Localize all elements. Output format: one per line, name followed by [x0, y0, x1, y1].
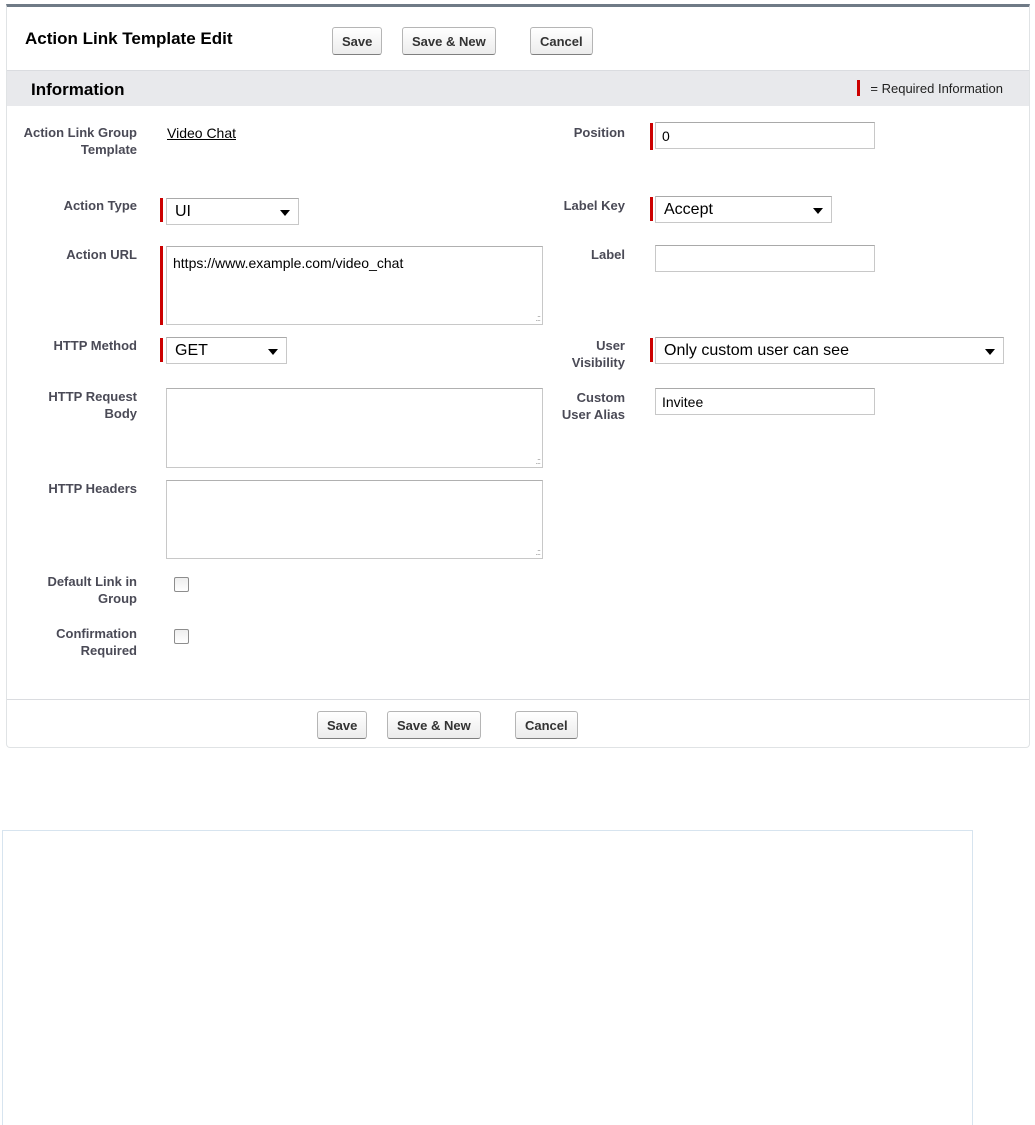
- chevron-down-icon: [985, 349, 995, 355]
- action-url-textarea[interactable]: https://www.example.com/video_chat .::: [166, 246, 543, 325]
- action-type-value: UI: [175, 203, 191, 220]
- required-indicator-icon: [857, 80, 861, 96]
- group-template-link[interactable]: Video Chat: [167, 125, 236, 141]
- required-legend: = Required Information: [857, 80, 1003, 96]
- user-visibility-value: Only custom user can see: [664, 342, 849, 359]
- custom-user-alias-label: Custom User Alias: [561, 390, 625, 422]
- required-marker: [160, 246, 163, 325]
- label-label: Label: [591, 247, 625, 262]
- footer-save-new-button[interactable]: Save & New: [387, 711, 481, 739]
- user-visibility-label: User Visibility: [571, 338, 625, 370]
- http-method-label: HTTP Method: [53, 338, 137, 353]
- label-input[interactable]: [655, 245, 875, 272]
- confirmation-required-label: Confirmation Required: [56, 626, 137, 658]
- empty-content-frame: [2, 830, 973, 1125]
- required-marker: [160, 198, 163, 222]
- page-title: Action Link Template Edit: [25, 29, 233, 48]
- http-method-value: GET: [175, 342, 208, 359]
- action-type-select[interactable]: UI: [166, 198, 299, 225]
- footer-cancel-button[interactable]: Cancel: [515, 711, 578, 739]
- http-method-select[interactable]: GET: [166, 337, 287, 364]
- position-label: Position: [573, 125, 625, 140]
- position-input[interactable]: [655, 122, 875, 149]
- http-headers-textarea[interactable]: .::: [166, 480, 543, 559]
- save-new-button[interactable]: Save & New: [402, 27, 496, 55]
- custom-user-alias-input[interactable]: [655, 388, 875, 415]
- action-url-value: https://www.example.com/video_chat: [173, 255, 404, 271]
- required-legend-text: = Required Information: [870, 81, 1003, 96]
- resize-grip-icon[interactable]: .::: [535, 457, 540, 466]
- chevron-down-icon: [813, 208, 823, 214]
- footer-bar: Save Save & New Cancel: [7, 699, 1029, 748]
- required-marker: [650, 338, 653, 362]
- save-button[interactable]: Save: [332, 27, 383, 55]
- action-url-label: Action URL: [66, 247, 137, 262]
- label-key-label: Label Key: [563, 198, 625, 213]
- http-request-body-label: HTTP Request Body: [48, 389, 137, 421]
- user-visibility-select[interactable]: Only custom user can see: [655, 337, 1004, 364]
- resize-grip-icon[interactable]: .::: [535, 314, 540, 323]
- label-key-value: Accept: [664, 201, 713, 218]
- chevron-down-icon: [268, 349, 278, 355]
- group-template-label: Action Link Group Template: [23, 125, 137, 157]
- required-marker: [650, 197, 653, 221]
- cancel-button[interactable]: Cancel: [530, 27, 593, 55]
- title-bar: Action Link Template Edit Save Save & Ne…: [7, 7, 1029, 70]
- section-title: Information: [31, 80, 125, 99]
- required-marker: [160, 338, 163, 362]
- chevron-down-icon: [280, 210, 290, 216]
- section-header: Information = Required Information: [7, 70, 1029, 106]
- action-type-label: Action Type: [63, 198, 137, 213]
- resize-grip-icon[interactable]: .::: [535, 548, 540, 557]
- required-marker: [650, 123, 653, 150]
- http-request-body-textarea[interactable]: .::: [166, 388, 543, 468]
- label-key-select[interactable]: Accept: [655, 196, 832, 223]
- default-link-label: Default Link in Group: [47, 574, 137, 606]
- http-headers-label: HTTP Headers: [48, 481, 137, 496]
- footer-save-button[interactable]: Save: [317, 711, 368, 739]
- edit-panel: Action Link Template Edit Save Save & Ne…: [6, 4, 1030, 748]
- default-link-checkbox[interactable]: [174, 577, 189, 592]
- confirmation-required-checkbox[interactable]: [174, 629, 189, 644]
